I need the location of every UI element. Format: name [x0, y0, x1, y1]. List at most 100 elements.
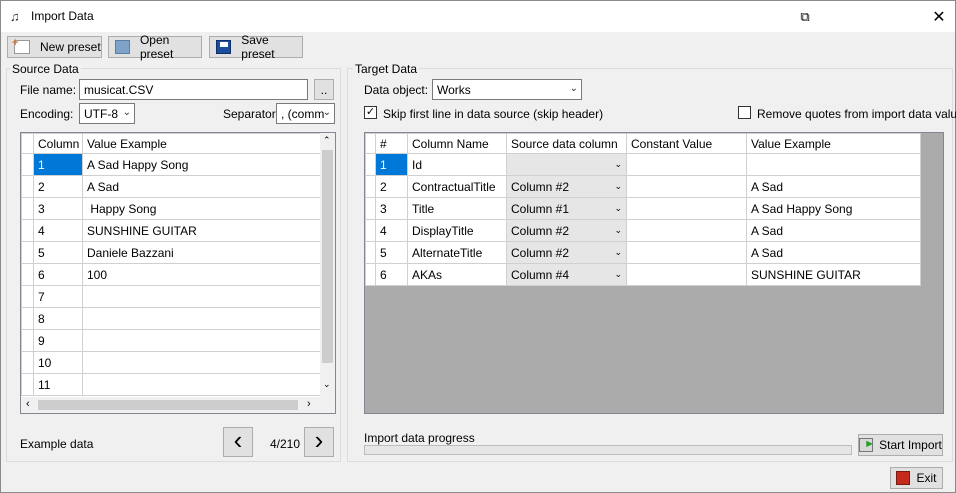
column-cell[interactable]: 9 [33, 329, 83, 352]
source-horizontal-scrollbar[interactable]: ‹ › [21, 397, 320, 413]
next-button[interactable]: › [304, 425, 334, 457]
source-column-select[interactable]: Column #2 ⌄ [506, 175, 627, 198]
source-column-select[interactable]: Column #2 ⌄ [506, 219, 627, 242]
value-example-cell[interactable] [82, 329, 322, 352]
value-example-cell[interactable]: A Sad Happy Song [746, 197, 921, 220]
constant-value-cell[interactable] [626, 219, 747, 242]
open-preset-button[interactable]: Open preset [108, 33, 202, 61]
skip-header-checkbox[interactable]: ✓ [364, 106, 377, 119]
column-name-cell[interactable]: Id [407, 153, 507, 176]
constant-value-cell[interactable] [626, 153, 747, 176]
value-example-cell[interactable] [746, 153, 921, 176]
row-header[interactable] [365, 219, 376, 242]
num-header[interactable]: # [375, 133, 408, 154]
value-example-cell[interactable]: SUNSHINE GUITAR [82, 219, 322, 242]
column-cell[interactable]: 11 [33, 373, 83, 396]
table-row[interactable]: 3 Title Column #1 ⌄ A Sad Happy Song [365, 197, 921, 220]
table-row[interactable]: 4 SUNSHINE GUITAR [21, 219, 322, 242]
table-row[interactable]: 7 [21, 285, 322, 308]
column-cell[interactable]: 10 [33, 351, 83, 374]
scroll-thumb[interactable] [322, 150, 333, 363]
column-name-cell[interactable]: AKAs [407, 263, 507, 286]
skip-header-label[interactable]: Skip first line in data source (skip hea… [383, 107, 603, 121]
num-cell[interactable]: 6 [375, 263, 408, 286]
table-row[interactable]: 4 DisplayTitle Column #2 ⌄ A Sad [365, 219, 921, 242]
value-example-cell[interactable] [82, 373, 322, 396]
column-cell[interactable]: 7 [33, 285, 83, 308]
column-cell[interactable]: 6 [33, 263, 83, 286]
num-cell[interactable]: 5 [375, 241, 408, 264]
row-header[interactable] [21, 197, 34, 220]
table-row[interactable]: 3 Happy Song [21, 197, 322, 220]
column-cell[interactable]: 3 [33, 197, 83, 220]
chevron-right-icon[interactable]: › [307, 398, 311, 410]
column-name-cell[interactable]: ContractualTitle [407, 175, 507, 198]
column-name-cell[interactable]: AlternateTitle [407, 241, 507, 264]
chevron-up-icon[interactable]: ⌃ [323, 135, 331, 146]
constant-value-cell[interactable] [626, 263, 747, 286]
column-cell[interactable]: 2 [33, 175, 83, 198]
row-header[interactable] [21, 263, 34, 286]
row-header[interactable] [21, 241, 34, 264]
row-header[interactable] [365, 241, 376, 264]
source-column-select[interactable]: Column #1 ⌄ [506, 197, 627, 220]
row-header[interactable] [21, 351, 34, 374]
exit-button[interactable]: Exit [890, 467, 943, 489]
value-example-cell[interactable]: A Sad Happy Song [82, 153, 322, 176]
value-example-cell[interactable] [82, 285, 322, 308]
column-header[interactable]: Column [33, 133, 83, 154]
remove-quotes-checkbox[interactable] [738, 106, 751, 119]
column-name-cell[interactable]: DisplayTitle [407, 219, 507, 242]
chevron-left-icon[interactable]: ‹ [26, 398, 30, 410]
table-row[interactable]: 5 AlternateTitle Column #2 ⌄ A Sad [365, 241, 921, 264]
table-row[interactable]: 6 100 [21, 263, 322, 286]
separator-select[interactable]: , (comm ⌄ [276, 103, 335, 124]
num-cell[interactable]: 2 [375, 175, 408, 198]
row-header[interactable] [21, 285, 34, 308]
table-row[interactable]: 2 ContractualTitle Column #2 ⌄ A Sad [365, 175, 921, 198]
previous-button[interactable]: ‹ [223, 425, 253, 457]
num-cell[interactable]: 3 [375, 197, 408, 220]
row-header[interactable] [21, 153, 34, 176]
source-vertical-scrollbar[interactable]: ⌃ ⌄ [320, 133, 335, 397]
constant-value-header[interactable]: Constant Value [626, 133, 747, 154]
num-cell[interactable]: 1 [375, 153, 408, 176]
table-row[interactable]: 11 [21, 373, 322, 396]
row-header[interactable] [365, 153, 376, 176]
table-row[interactable]: 2A Sad [21, 175, 322, 198]
value-example-header[interactable]: Value Example [746, 133, 921, 154]
chevron-down-icon[interactable]: ⌄ [323, 379, 331, 390]
browse-button[interactable]: .. [314, 79, 334, 100]
source-column-select[interactable]: Column #4 ⌄ [506, 263, 627, 286]
column-cell[interactable]: 5 [33, 241, 83, 264]
column-name-header[interactable]: Column Name [407, 133, 507, 154]
file-name-input[interactable]: musicat.CSV [79, 79, 308, 100]
close-icon[interactable]: ✕ [917, 1, 956, 32]
column-cell[interactable]: 1 [33, 153, 83, 176]
column-cell[interactable]: 8 [33, 307, 83, 330]
value-example-cell[interactable]: A Sad [746, 175, 921, 198]
value-example-cell[interactable] [82, 351, 322, 374]
value-example-cell[interactable]: SUNSHINE GUITAR [746, 263, 921, 286]
table-row[interactable]: 1A Sad Happy Song [21, 153, 322, 176]
pin-icon[interactable]: ⧉ [783, 1, 827, 32]
constant-value-cell[interactable] [626, 175, 747, 198]
data-object-select[interactable]: Works ⌄ [432, 79, 582, 100]
row-header[interactable] [365, 263, 376, 286]
constant-value-cell[interactable] [626, 197, 747, 220]
table-row[interactable]: 6 AKAs Column #4 ⌄ SUNSHINE GUITAR [365, 263, 921, 286]
value-example-cell[interactable]: A Sad [746, 241, 921, 264]
row-header[interactable] [21, 329, 34, 352]
source-column-select[interactable]: Column #2 ⌄ [506, 241, 627, 264]
value-example-cell[interactable]: Daniele Bazzani [82, 241, 322, 264]
source-column-select[interactable]: ⌄ [506, 153, 627, 176]
value-example-header[interactable]: Value Example [82, 133, 322, 154]
value-example-cell[interactable]: A Sad [746, 219, 921, 242]
save-preset-button[interactable]: Save preset [209, 33, 303, 61]
table-row[interactable]: 5 Daniele Bazzani [21, 241, 322, 264]
column-name-cell[interactable]: Title [407, 197, 507, 220]
num-cell[interactable]: 4 [375, 219, 408, 242]
value-example-cell[interactable] [82, 307, 322, 330]
row-header[interactable] [21, 307, 34, 330]
value-example-cell[interactable]: A Sad [82, 175, 322, 198]
